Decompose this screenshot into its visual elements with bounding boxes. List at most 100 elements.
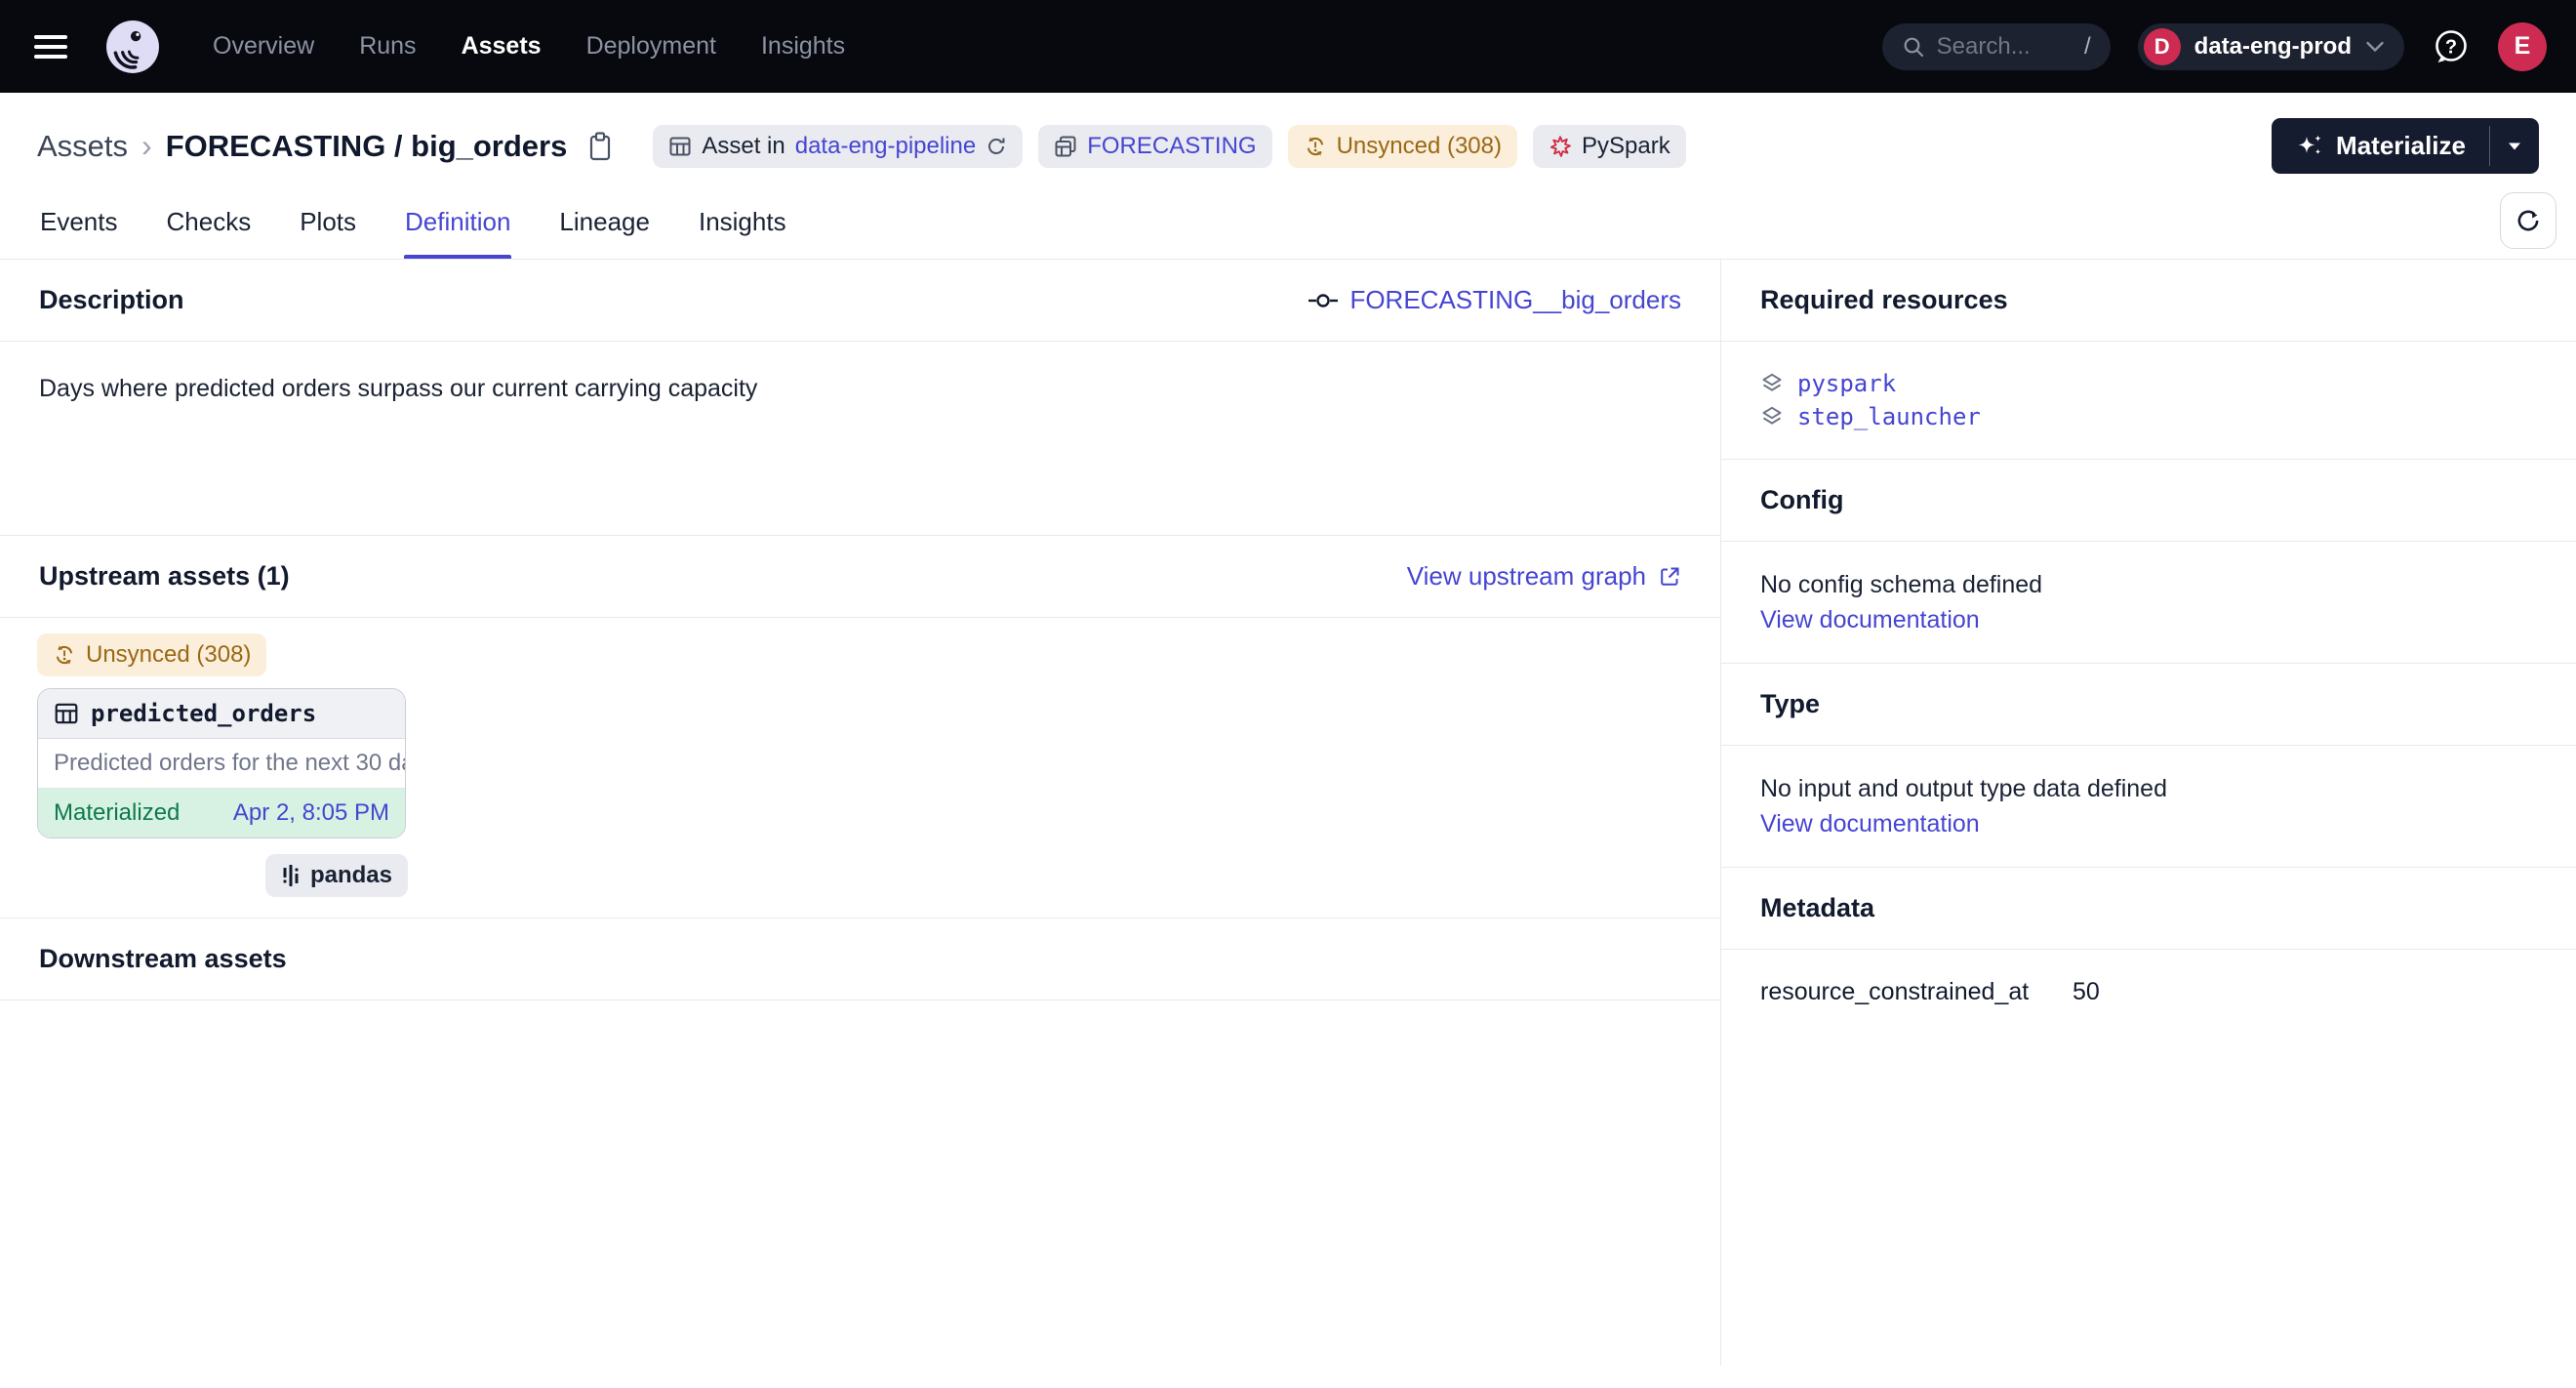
badge-compute-kind[interactable]: PySpark bbox=[1533, 125, 1686, 168]
spark-icon bbox=[1549, 135, 1572, 158]
asset-card-footer: Materialized Apr 2, 8:05 PM bbox=[38, 789, 405, 837]
table-icon bbox=[668, 135, 692, 158]
downstream-section-header: Downstream assets bbox=[0, 919, 1720, 1000]
type-title: Type bbox=[1760, 689, 1820, 719]
svg-text:?: ? bbox=[2445, 36, 2457, 58]
resource-layers-icon bbox=[1760, 372, 1784, 395]
badge-unsynced[interactable]: Unsynced (308) bbox=[1288, 125, 1517, 168]
user-avatar[interactable]: E bbox=[2498, 22, 2547, 71]
search-icon bbox=[1902, 35, 1925, 59]
deployment-name: data-eng-prod bbox=[2194, 33, 2352, 61]
top-nav: Overview Runs Assets Deployment Insights… bbox=[0, 0, 2576, 93]
job-link-label: FORECASTING__big_orders bbox=[1349, 285, 1681, 315]
caret-down-icon bbox=[2507, 142, 2522, 151]
asset-card-name: predicted_orders bbox=[91, 700, 316, 727]
metadata-title: Metadata bbox=[1760, 893, 1874, 923]
job-icon bbox=[1308, 292, 1338, 309]
deployment-badge: D bbox=[2144, 28, 2181, 65]
description-section-header: Description FORECASTING__big_orders bbox=[0, 260, 1720, 342]
primary-nav: Overview Runs Assets Deployment Insights bbox=[213, 32, 845, 61]
badge-asset-group[interactable]: FORECASTING bbox=[1038, 125, 1271, 168]
page-title: FORECASTING / big_orders bbox=[166, 129, 568, 164]
tab-plots[interactable]: Plots bbox=[299, 191, 357, 259]
menu-button[interactable] bbox=[29, 25, 72, 68]
type-docs-link[interactable]: View documentation bbox=[1760, 806, 1980, 841]
badge-asset-in-pipeline[interactable]: Asset in data-eng-pipeline bbox=[653, 125, 1023, 168]
downstream-title: Downstream assets bbox=[39, 944, 287, 974]
metadata-section-header: Metadata bbox=[1721, 868, 2576, 950]
nav-item-insights[interactable]: Insights bbox=[761, 32, 845, 61]
search-input[interactable]: Search... / bbox=[1882, 23, 2111, 70]
nav-item-overview[interactable]: Overview bbox=[213, 32, 314, 61]
upstream-section-header: Upstream assets (1) View upstream graph bbox=[0, 536, 1720, 618]
tab-checks[interactable]: Checks bbox=[166, 191, 253, 259]
badge-compute-kind-label: PySpark bbox=[1582, 133, 1670, 160]
view-upstream-graph-label: View upstream graph bbox=[1407, 561, 1646, 592]
chevron-down-icon bbox=[2365, 41, 2385, 53]
tab-events[interactable]: Events bbox=[39, 191, 119, 259]
config-empty-text: No config schema defined bbox=[1760, 567, 2537, 602]
materialize-label: Materialize bbox=[2336, 131, 2466, 161]
asset-kind-row: pandas bbox=[37, 854, 408, 897]
upstream-title: Upstream assets (1) bbox=[39, 561, 290, 592]
upstream-asset-card[interactable]: predicted_orders Predicted orders for th… bbox=[37, 688, 406, 838]
type-empty-text: No input and output type data defined bbox=[1760, 771, 2537, 806]
metadata-value: 50 bbox=[2073, 975, 2100, 1008]
job-link[interactable]: FORECASTING__big_orders bbox=[1308, 285, 1681, 315]
nav-item-assets[interactable]: Assets bbox=[462, 32, 542, 61]
upstream-unsynced-tag[interactable]: Unsynced (308) bbox=[37, 633, 266, 676]
tab-definition[interactable]: Definition bbox=[404, 191, 511, 259]
metadata-body: resource_constrained_at 50 bbox=[1721, 950, 2576, 1034]
description-title: Description bbox=[39, 285, 184, 315]
menu-icon bbox=[33, 33, 68, 61]
asset-badges: Asset in data-eng-pipeline FORECASTING bbox=[653, 125, 1685, 168]
kind-tag-pandas[interactable]: pandas bbox=[265, 854, 408, 897]
config-section-header: Config bbox=[1721, 460, 2576, 542]
materialize-button[interactable]: Materialize bbox=[2272, 118, 2489, 174]
search-placeholder: Search... bbox=[1937, 33, 2073, 61]
nav-item-runs[interactable]: Runs bbox=[359, 32, 416, 61]
kind-tag-label: pandas bbox=[310, 862, 392, 889]
deployment-switcher[interactable]: D data-eng-prod bbox=[2138, 23, 2404, 70]
config-docs-link[interactable]: View documentation bbox=[1760, 602, 1980, 637]
top-nav-right: Search... / D data-eng-prod ? E bbox=[1882, 22, 2547, 71]
sparkles-icon bbox=[2295, 132, 2324, 161]
metadata-row: resource_constrained_at 50 bbox=[1760, 975, 2537, 1008]
resource-row: step_launcher bbox=[1760, 400, 2537, 433]
breadcrumb-separator: › bbox=[141, 128, 152, 164]
materialize-dropdown-button[interactable] bbox=[2490, 118, 2539, 174]
breadcrumb: Assets › FORECASTING / big_orders bbox=[37, 128, 614, 164]
tab-lineage[interactable]: Lineage bbox=[558, 191, 651, 259]
resource-link-pyspark[interactable]: pyspark bbox=[1797, 367, 1896, 400]
badge-asset-in-prefix: Asset in bbox=[702, 133, 785, 160]
right-column: Required resources pyspark step_launcher… bbox=[1720, 260, 2576, 1366]
metadata-key: resource_constrained_at bbox=[1760, 975, 2073, 1008]
reload-icon bbox=[2515, 207, 2542, 234]
asset-card-timestamp[interactable]: Apr 2, 8:05 PM bbox=[233, 799, 389, 827]
resource-link-step-launcher[interactable]: step_launcher bbox=[1797, 400, 1981, 433]
copy-asset-key-button[interactable] bbox=[586, 131, 614, 162]
materialize-button-group: Materialize bbox=[2272, 118, 2539, 174]
materialize-split-button: Materialize bbox=[2272, 118, 2539, 174]
reload-definitions-button[interactable] bbox=[2500, 192, 2556, 249]
upstream-unsynced-label: Unsynced (308) bbox=[86, 641, 251, 669]
resource-layers-icon bbox=[1760, 405, 1784, 429]
pipeline-link[interactable]: data-eng-pipeline bbox=[795, 133, 976, 160]
pandas-icon bbox=[281, 864, 301, 887]
config-title: Config bbox=[1760, 485, 1843, 515]
tab-insights[interactable]: Insights bbox=[698, 191, 787, 259]
asset-card-description: Predicted orders for the next 30 day... bbox=[38, 739, 405, 789]
help-button[interactable]: ? bbox=[2432, 27, 2471, 66]
asset-tabs: Events Checks Plots Definition Lineage I… bbox=[0, 191, 2576, 260]
definition-content: Description FORECASTING__big_orders Days… bbox=[0, 260, 2576, 1366]
left-column: Description FORECASTING__big_orders Days… bbox=[0, 260, 1720, 1366]
clipboard-icon bbox=[586, 131, 614, 162]
breadcrumb-assets-link[interactable]: Assets bbox=[37, 129, 128, 164]
refresh-icon[interactable] bbox=[986, 136, 1007, 157]
asset-group-icon bbox=[1054, 135, 1077, 158]
dagster-logo[interactable] bbox=[105, 20, 160, 74]
badge-unsynced-label: Unsynced (308) bbox=[1337, 133, 1502, 160]
view-upstream-graph-link[interactable]: View upstream graph bbox=[1407, 561, 1681, 592]
nav-item-deployment[interactable]: Deployment bbox=[586, 32, 716, 61]
upstream-assets-body: Unsynced (308) predicted_orders Predicte… bbox=[0, 618, 1720, 919]
